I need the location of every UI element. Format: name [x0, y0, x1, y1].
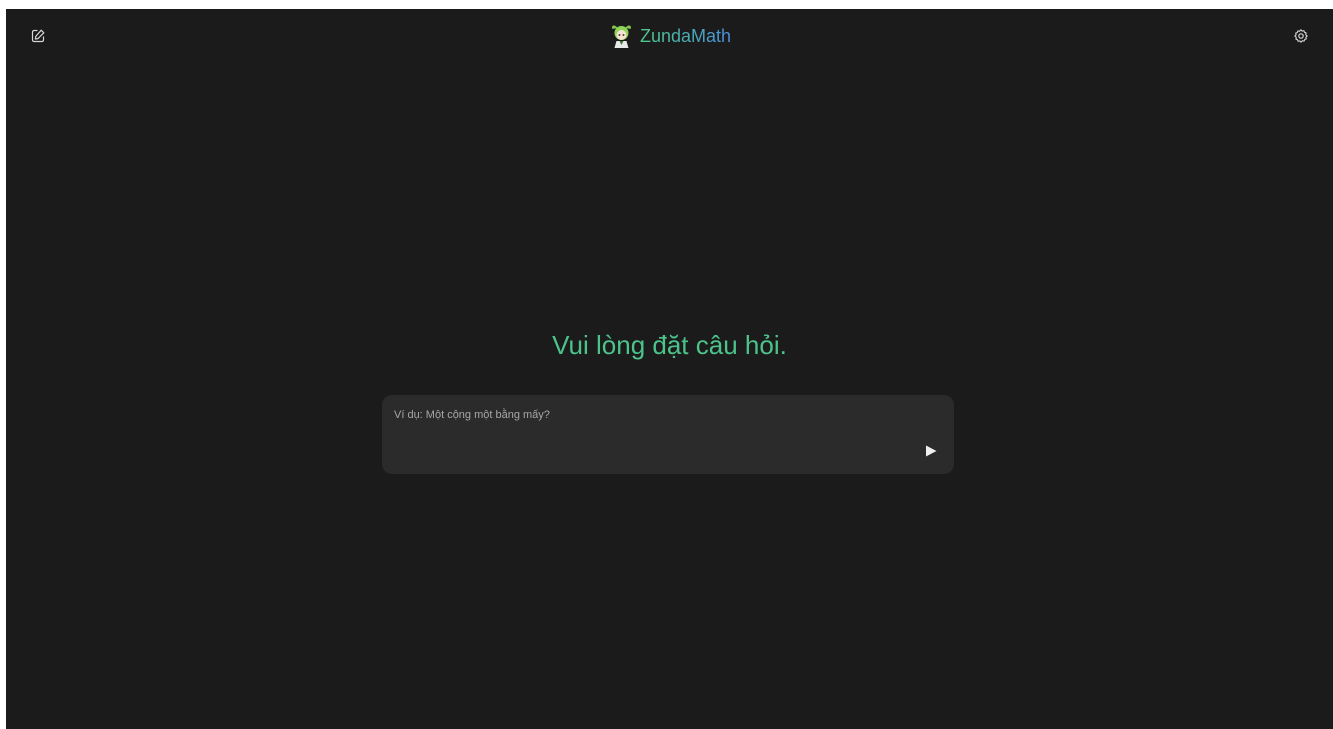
gear-icon [1294, 29, 1308, 43]
send-button[interactable] [922, 442, 940, 460]
prompt-heading: Vui lòng đặt câu hỏi. [552, 330, 787, 360]
brand: ZundaMath [608, 22, 731, 50]
settings-button[interactable] [1291, 26, 1311, 46]
send-arrow-icon [926, 445, 937, 457]
zundamon-avatar-icon [611, 25, 631, 48]
new-chat-button[interactable] [28, 26, 48, 46]
message-composer [382, 395, 954, 474]
top-bar: ZundaMath [6, 9, 1333, 65]
question-input[interactable] [394, 407, 914, 451]
new-chat-icon [31, 29, 45, 43]
app-title: ZundaMath [640, 22, 731, 50]
app-window: ZundaMath Vui lòng đặt câu hỏi. [6, 9, 1333, 729]
